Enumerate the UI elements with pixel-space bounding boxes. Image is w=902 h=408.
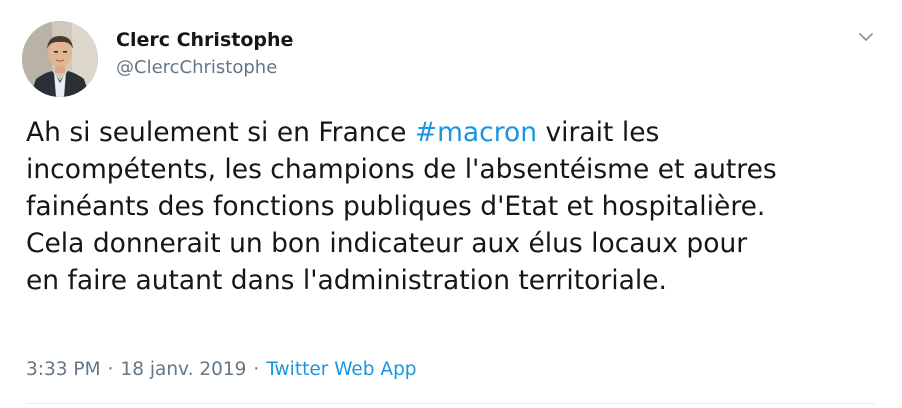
tweet-text-segment: virait les	[537, 117, 660, 148]
divider	[26, 403, 876, 404]
user-handle[interactable]: @ClercChristophe	[116, 55, 293, 81]
tweet-card: Clerc Christophe @ClercChristophe Ah si …	[0, 0, 902, 408]
tweet-date[interactable]: 18 janv. 2019	[120, 359, 246, 380]
display-name[interactable]: Clerc Christophe	[116, 27, 293, 53]
tweet-line: Cela donnerait un bon indicateur aux élu…	[26, 228, 748, 259]
meta-separator: ·	[253, 359, 260, 380]
meta-separator: ·	[107, 359, 114, 380]
tweet-line: Ah si seulement si en France #macron vir…	[26, 114, 886, 151]
tweet-time[interactable]: 3:33 PM	[26, 359, 101, 380]
source-link[interactable]: Twitter Web App	[266, 359, 416, 380]
avatar-image	[22, 21, 98, 97]
tweet-text-segment: Ah si seulement si en France	[26, 117, 415, 148]
tweet-line: en faire autant dans l'administration te…	[26, 265, 667, 296]
tweet-line: incompétents, les champions de l'absenté…	[26, 154, 777, 185]
hashtag-link[interactable]: #macron	[415, 117, 537, 148]
author-block[interactable]: Clerc Christophe @ClercChristophe	[116, 27, 293, 81]
tweet-meta: 3:33 PM · 18 janv. 2019 · Twitter Web App	[26, 357, 417, 383]
tweet-line: fainéants des fonctions publiques d'Etat…	[26, 191, 766, 222]
avatar[interactable]	[22, 21, 98, 97]
tweet-text: Ah si seulement si en France #macron vir…	[26, 114, 886, 299]
chevron-down-icon[interactable]	[855, 26, 877, 48]
